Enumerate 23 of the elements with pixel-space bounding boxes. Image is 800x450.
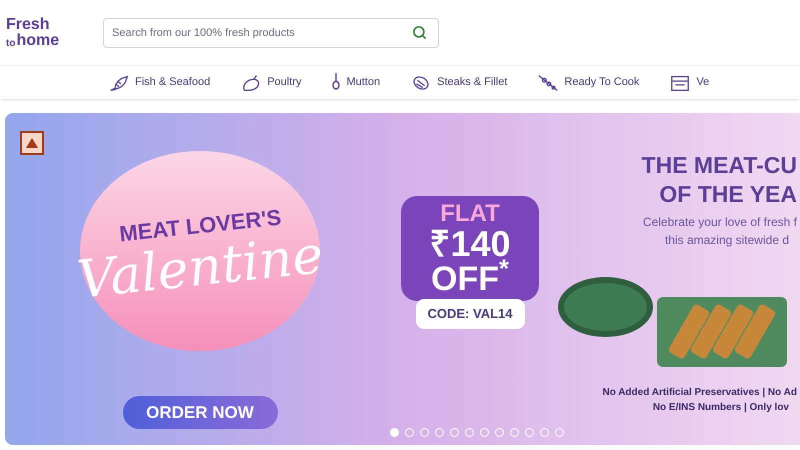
logo-text[interactable]: home: [16, 32, 60, 48]
logo-text[interactable]: to: [6, 38, 16, 48]
search-icon[interactable]: [412, 24, 427, 40]
offer-text: OFF$^{*}$: [431, 262, 509, 296]
promo-code: CODE: VAL14: [416, 299, 524, 328]
banner-headline: OF THE YEA: [659, 180, 797, 208]
category-link[interactable]: Ready To Cook: [564, 74, 640, 91]
banner-note: No Added Artificial Preservatives | No Ad: [602, 386, 797, 400]
promo-banner[interactable]: [5, 113, 800, 445]
order-now-button[interactable]: ORDER NOW: [122, 396, 278, 429]
category-link[interactable]: Mutton: [346, 74, 380, 91]
search-field[interactable]: Search from our 100% fresh products: [103, 18, 439, 48]
category-link[interactable]: Ve: [696, 74, 710, 91]
category-link[interactable]: Fish & Seafood: [135, 74, 210, 91]
banner-subtitle: this amazing sitewide d: [664, 232, 790, 248]
banner-headline: THE MEAT-CU: [642, 151, 797, 180]
banner-note: No E/INS Numbers | Only lov: [652, 400, 790, 414]
category-link[interactable]: Steaks & Fillet: [437, 74, 508, 91]
logo-text[interactable]: Fresh: [6, 16, 103, 32]
offer-text: FLAT: [440, 202, 500, 226]
category-link[interactable]: Poultry: [267, 74, 302, 91]
warning-icon: [20, 131, 44, 155]
banner-subtitle: Celebrate your love of fresh f: [642, 214, 797, 230]
